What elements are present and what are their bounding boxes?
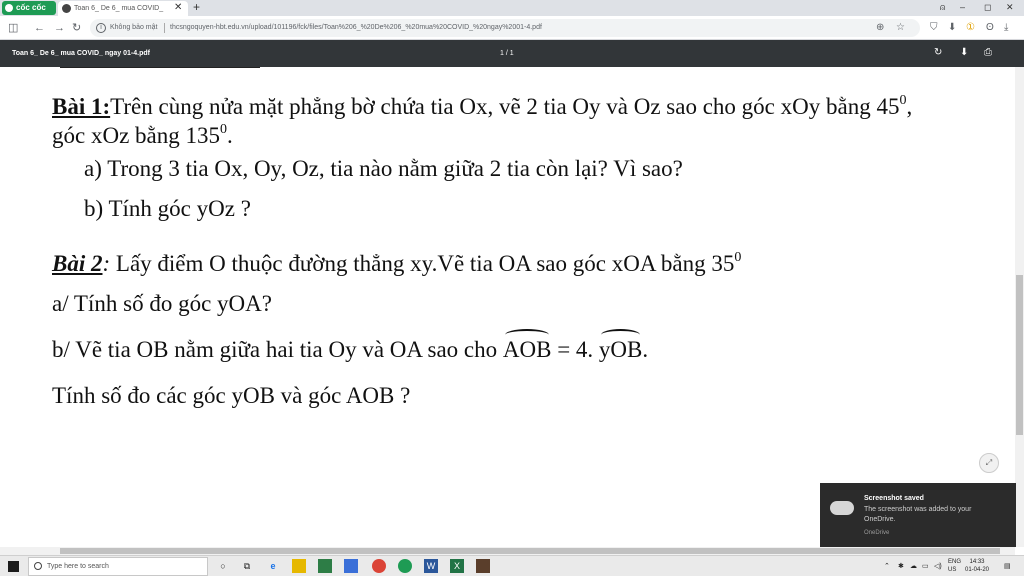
page-indicator: 1 / 1 (500, 50, 514, 57)
language-code: ENG (948, 559, 962, 565)
bai1-line2-text: góc xOz bằng 135 (52, 123, 220, 148)
locale-code: US (948, 567, 957, 573)
system-clock[interactable]: 14:33 01-04-20 (965, 558, 989, 574)
tab-close-icon[interactable]: ✕ (174, 1, 182, 15)
ghost-icon[interactable]: ⍝ (940, 0, 945, 15)
angle-yob: yOB (598, 329, 643, 362)
horizontal-scroll-thumb[interactable] (60, 548, 1000, 554)
q2b-text: b/ Vẽ tia OB nằm giữa hai tia Oy và OA s… (52, 337, 503, 362)
download-icon[interactable]: ⬇ (948, 20, 956, 36)
vertical-scrollbar[interactable] (1015, 67, 1024, 547)
new-tab-button[interactable]: + (193, 0, 200, 15)
store-icon[interactable] (318, 559, 332, 573)
account-icon[interactable]: ʘ (986, 20, 994, 36)
language-indicator[interactable]: ENG US (948, 558, 961, 574)
cloud-icon (830, 501, 854, 515)
pdf-title: Toan 6_ De 6_ mua COVID_ ngay 01-4.pdf (12, 50, 150, 57)
mail-icon[interactable] (344, 559, 358, 573)
coccoc-taskbar-icon[interactable] (398, 559, 412, 573)
notification-title: Screenshot saved (864, 495, 924, 502)
pdf-download-icon[interactable]: ⬇ (960, 46, 968, 60)
vertical-scroll-thumb[interactable] (1016, 275, 1023, 435)
windows-taskbar: Type here to search ○ ⧉ e W X ⌃ ✱ ☁ ▭ ◁)… (0, 555, 1024, 576)
info-icon[interactable]: i (96, 23, 106, 33)
browser-titlebar: cốc cốc Toan 6_ De 6_ mua COVID_ ✕ + ⍝ –… (0, 0, 1024, 16)
question-1b: b) Tính góc yOz ? (84, 196, 251, 221)
omnibox[interactable]: i Không bảo mật thcsngoquyen-hbt.edu.vn/… (90, 19, 920, 37)
tab-title: Toan 6_ De 6_ mua COVID_ (74, 5, 164, 12)
cortana-icon[interactable]: ○ (216, 559, 230, 573)
windows-start-icon[interactable] (8, 561, 19, 572)
page-favicon-icon (62, 4, 71, 13)
onedrive-notification[interactable]: Screenshot saved The screenshot was adde… (820, 483, 1016, 547)
bai1-line2: góc xOz bằng 1350. (52, 117, 233, 149)
clock-date: 01-04-20 (965, 567, 990, 573)
pdf-toolbar: Toan 6_ De 6_ mua COVID_ ngay 01-4.pdf 1… (0, 40, 1024, 67)
tray-chevron-icon[interactable]: ⌃ (884, 556, 890, 577)
bai1-degree-sup2: 0 (220, 122, 227, 137)
question-1a: a) Trong 3 tia Ox, Oy, Oz, tia nào nằm g… (84, 156, 683, 181)
bai1-tail: , (906, 94, 913, 119)
bai1-line1: Bài 1:Trên cùng nửa mặt phẳng bờ chứa ti… (52, 88, 912, 120)
shield-icon[interactable]: ⛉ (930, 20, 938, 36)
address-toolbar: ◫ ← → ↻ i Không bảo mật thcsngoquyen-hbt… (0, 16, 1024, 40)
bai2-line1: Bài 2: Lấy điểm O thuộc đường thẳng xy.V… (52, 245, 741, 277)
sidebar-toggle-icon[interactable]: ◫ (8, 20, 18, 36)
bai2-colon: : (102, 251, 111, 276)
search-icon (34, 562, 42, 570)
volume-icon[interactable]: ◁) (934, 556, 942, 577)
forward-arrow-icon[interactable]: → (54, 20, 65, 36)
q2b-mid: = 4. (551, 337, 599, 362)
search-placeholder: Type here to search (47, 563, 109, 570)
bai2-text: Lấy điểm O thuộc đường thẳng xy.Vẽ tia O… (110, 251, 735, 276)
minimize-button[interactable]: – (960, 0, 965, 15)
bookmark-star-icon[interactable]: ☆ (896, 20, 905, 36)
print-icon[interactable]: ⎙ (984, 46, 992, 60)
close-window-button[interactable]: ✕ (1006, 0, 1014, 15)
coccoc-menu-button[interactable]: cốc cốc (2, 1, 56, 15)
url-text[interactable]: thcsngoquyen-hbt.edu.vn/upload/101196/fc… (170, 19, 542, 37)
bai2-heading: Bài 2 (52, 251, 103, 276)
onedrive-tray-icon[interactable]: ☁ (910, 556, 917, 577)
excel-icon[interactable]: X (450, 559, 464, 573)
warning-icon[interactable]: ① (966, 20, 975, 36)
browser-tab[interactable]: Toan 6_ De 6_ mua COVID_ (58, 1, 188, 16)
notification-body: The screenshot was added to your OneDriv… (864, 506, 972, 523)
page-top-rule (60, 67, 260, 68)
question-2a: a/ Tính số đo góc yOA? (52, 291, 272, 316)
clock-time: 14:33 (969, 559, 985, 565)
security-label[interactable]: Không bảo mật (110, 19, 157, 37)
brand-label: cốc cốc (16, 3, 46, 12)
network-icon[interactable]: ▭ (922, 556, 929, 577)
minecraft-icon[interactable] (476, 559, 490, 573)
maximize-button[interactable]: ◻ (984, 0, 991, 15)
question-2b: b/ Vẽ tia OB nằm giữa hai tia Oy và OA s… (52, 329, 649, 363)
q2b-end: . (642, 337, 649, 362)
pdf-page: Bài 1:Trên cùng nửa mặt phẳng bờ chứa ti… (0, 67, 1015, 547)
zoom-icon[interactable]: ⊕ (876, 20, 884, 36)
back-arrow-icon[interactable]: ← (34, 20, 45, 36)
tray-app-icon[interactable]: ✱ (898, 556, 904, 577)
bai1-line2-tail: . (227, 123, 233, 148)
horizontal-scrollbar[interactable] (0, 547, 1015, 555)
angle-aob: AOB (502, 329, 552, 362)
reload-icon[interactable]: ↻ (72, 20, 81, 36)
bai1-heading: Bài 1: (52, 94, 111, 119)
question-2c: Tính số đo các góc yOB và góc AOB ? (52, 383, 411, 408)
coccoc-logo-icon (5, 4, 13, 12)
save-download-icon[interactable]: ⤓ (1004, 20, 1008, 36)
rotate-icon[interactable]: ↻ (934, 46, 942, 60)
word-icon[interactable]: W (424, 559, 438, 573)
omnibox-divider (164, 23, 165, 33)
notification-source: OneDrive (864, 530, 890, 536)
edge-icon[interactable]: e (266, 559, 280, 573)
action-center-icon[interactable]: ▤ (1004, 556, 1011, 577)
fit-to-page-button[interactable]: ⤢ (979, 453, 999, 473)
bai2-degree-sup: 0 (734, 250, 742, 265)
file-explorer-icon[interactable] (292, 559, 306, 573)
chrome-icon[interactable] (372, 559, 386, 573)
bai1-text: Trên cùng nửa mặt phẳng bờ chứa tia Ox, … (110, 94, 900, 119)
task-view-icon[interactable]: ⧉ (240, 559, 254, 573)
taskbar-search-box[interactable]: Type here to search (28, 557, 208, 576)
